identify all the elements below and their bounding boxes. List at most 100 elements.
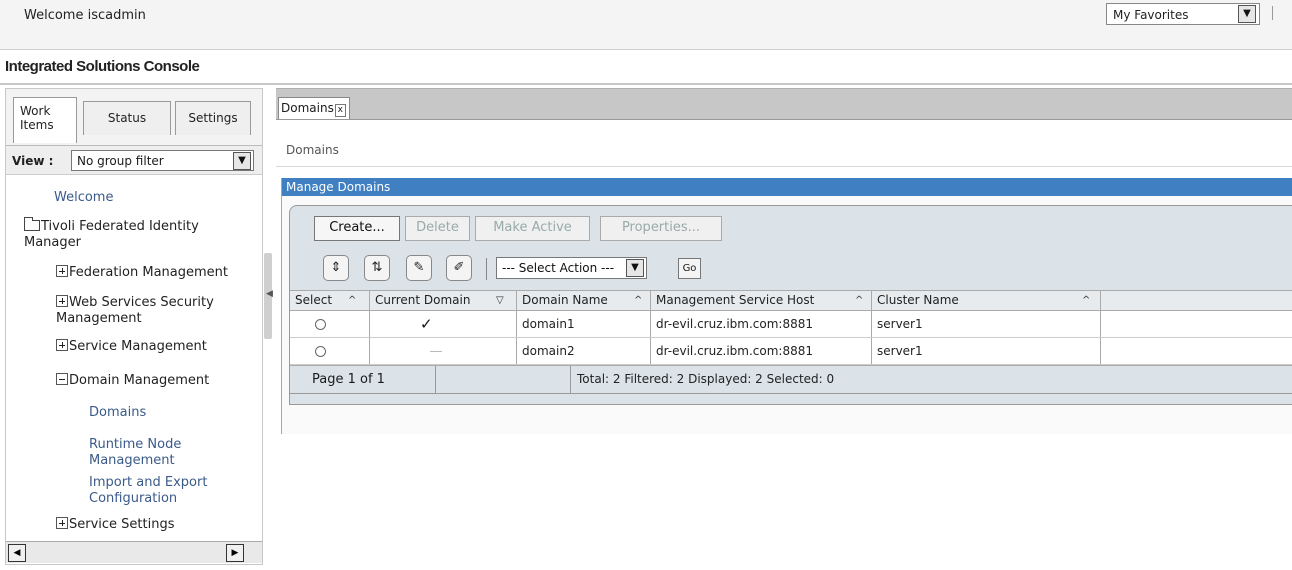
make-active-button[interactable]: Make Active xyxy=(475,216,590,241)
expand-icon[interactable] xyxy=(56,517,68,529)
nav-item-tfim[interactable]: Tivoli Federated Identity Manager xyxy=(24,217,244,251)
delete-button[interactable]: Delete xyxy=(405,216,470,241)
horizontal-scrollbar[interactable]: ◀ ▶ xyxy=(6,541,262,563)
nav-item-label: Web Services Security Management xyxy=(56,295,214,326)
tab-settings[interactable]: Settings xyxy=(175,101,251,135)
clear-filter-icon[interactable]: ✐ xyxy=(446,255,472,281)
page-spacer xyxy=(436,366,571,393)
header-label: Current Domain xyxy=(375,293,471,307)
tab-domains[interactable]: Domains x xyxy=(278,97,350,119)
tab-status[interactable]: Status xyxy=(83,101,171,135)
page-tab-bar: Domains x xyxy=(276,88,1292,120)
scroll-left-icon[interactable]: ◀ xyxy=(8,544,26,562)
domains-table-panel: Create... Delete Make Active Properties.… xyxy=(289,205,1292,405)
row-radio[interactable] xyxy=(315,319,326,330)
cluster-cell: server1 xyxy=(872,311,1101,337)
header-label: Management Service Host xyxy=(656,293,815,307)
empty-cell xyxy=(1101,338,1292,364)
row-radio[interactable] xyxy=(315,346,326,357)
column-header-select[interactable]: Select ^ xyxy=(290,291,370,310)
close-icon[interactable]: x xyxy=(334,104,346,117)
header-label: Cluster Name xyxy=(877,293,959,307)
tab-work-items[interactable]: Work Items xyxy=(13,97,77,143)
console-title: Integrated Solutions Console xyxy=(5,58,200,75)
select-action-dropdown[interactable]: --- Select Action --- ▼ xyxy=(496,257,647,279)
nav-item-web-services-security[interactable]: Web Services Security Management xyxy=(56,295,252,327)
sort-icon[interactable]: ^ xyxy=(634,291,642,310)
sort-icon[interactable]: ▽ xyxy=(496,291,504,310)
nav-item-label: Tivoli Federated Identity Manager xyxy=(24,219,199,250)
view-label: View : xyxy=(12,154,54,168)
expand-icon[interactable] xyxy=(56,265,68,277)
nav-item-label: Federation Management xyxy=(69,265,228,280)
nav-item-domain-management[interactable]: Domain Management xyxy=(56,373,209,389)
go-button[interactable]: Go xyxy=(678,258,701,279)
column-header-cluster-name[interactable]: Cluster Name ^ xyxy=(872,291,1101,310)
properties-button[interactable]: Properties... xyxy=(600,216,722,241)
row-select-cell[interactable] xyxy=(290,338,370,364)
nav-item-service-settings[interactable]: Service Settings xyxy=(56,517,175,533)
host-cell: dr-evil.cruz.ibm.com:8881 xyxy=(651,338,872,364)
collapse-nav-icon[interactable]: ◀ xyxy=(266,289,273,299)
divider xyxy=(486,258,487,280)
view-filter-select[interactable]: No group filter ▼ xyxy=(71,150,254,171)
empty-cell xyxy=(1101,311,1292,337)
page-info: Page 1 of 1 xyxy=(290,366,436,393)
portlet-body: Create... Delete Make Active Properties.… xyxy=(282,196,1292,434)
column-header-management-service-host[interactable]: Management Service Host ^ xyxy=(651,291,872,310)
column-header-domain-name[interactable]: Domain Name ^ xyxy=(517,291,651,310)
nav-item-label: Service Settings xyxy=(69,517,175,532)
deselect-all-icon[interactable]: ⇅ xyxy=(364,255,390,281)
divider xyxy=(1272,6,1273,20)
cluster-cell: server1 xyxy=(872,338,1101,364)
nav-item-federation-management[interactable]: Federation Management xyxy=(56,265,228,281)
nav-item-domains[interactable]: Domains xyxy=(89,405,146,421)
current-domain-cell: ✓ xyxy=(370,311,517,337)
expand-icon[interactable] xyxy=(56,339,68,351)
sort-icon[interactable]: ^ xyxy=(855,291,863,310)
favorites-select[interactable]: My Favorites ▼ xyxy=(1106,3,1260,25)
chevron-down-icon[interactable]: ▼ xyxy=(626,259,644,277)
dash-icon xyxy=(430,351,442,352)
nav-item-service-management[interactable]: Service Management xyxy=(56,339,207,355)
table-row[interactable]: domain2 dr-evil.cruz.ibm.com:8881 server… xyxy=(290,338,1292,365)
view-filter-row: View : No group filter ▼ xyxy=(6,145,262,175)
checkmark-icon: ✓ xyxy=(420,315,433,333)
table-summary: Total: 2 Filtered: 2 Displayed: 2 Select… xyxy=(577,372,835,386)
select-action-value: --- Select Action --- xyxy=(502,261,615,275)
view-filter-value: No group filter xyxy=(77,154,164,168)
nav-item-label: Service Management xyxy=(69,339,207,354)
table-footer: Page 1 of 1 Total: 2 Filtered: 2 Display… xyxy=(290,365,1292,394)
nav-item-label: Domain Management xyxy=(69,373,210,388)
header-label: Select xyxy=(295,293,333,307)
show-filter-icon[interactable]: ✎ xyxy=(406,255,432,281)
create-button[interactable]: Create... xyxy=(314,216,400,241)
divider xyxy=(0,83,1292,85)
manage-domains-portlet: Manage Domains Create... Delete Make Act… xyxy=(281,178,1292,434)
sort-icon[interactable]: ^ xyxy=(1082,291,1090,310)
nav-item-runtime-node-management[interactable]: Runtime Node Management xyxy=(89,437,229,469)
left-navigation: Work Items Status Settings View : No gro… xyxy=(5,88,263,565)
expand-icon[interactable] xyxy=(56,295,68,307)
column-header-current-domain[interactable]: Current Domain ▽ xyxy=(370,291,517,310)
row-select-cell[interactable] xyxy=(290,311,370,337)
divider xyxy=(276,166,1292,167)
domain-name-cell: domain1 xyxy=(517,311,651,337)
host-cell: dr-evil.cruz.ibm.com:8881 xyxy=(651,311,872,337)
chevron-down-icon[interactable]: ▼ xyxy=(233,152,251,170)
chevron-down-icon[interactable]: ▼ xyxy=(1238,5,1256,23)
current-domain-cell xyxy=(370,338,517,364)
table-row[interactable]: ✓ domain1 dr-evil.cruz.ibm.com:8881 serv… xyxy=(290,311,1292,338)
table-header-row: Select ^ Current Domain ▽ Domain Name ^ Man… xyxy=(290,290,1292,311)
breadcrumb: Domains xyxy=(286,143,339,157)
header-label: Domain Name xyxy=(522,293,608,307)
nav-item-import-export-configuration[interactable]: Import and Export Configuration xyxy=(89,475,229,507)
nav-item-welcome[interactable]: Welcome xyxy=(54,190,113,206)
tab-label: Domains xyxy=(281,101,334,115)
navigation-tree: Welcome Tivoli Federated Identity Manage… xyxy=(6,177,262,537)
select-all-icon[interactable]: ⇕ xyxy=(323,255,349,281)
collapse-icon[interactable] xyxy=(56,373,68,385)
column-header-empty xyxy=(1101,291,1292,310)
sort-icon[interactable]: ^ xyxy=(348,291,356,310)
scroll-right-icon[interactable]: ▶ xyxy=(226,544,244,562)
